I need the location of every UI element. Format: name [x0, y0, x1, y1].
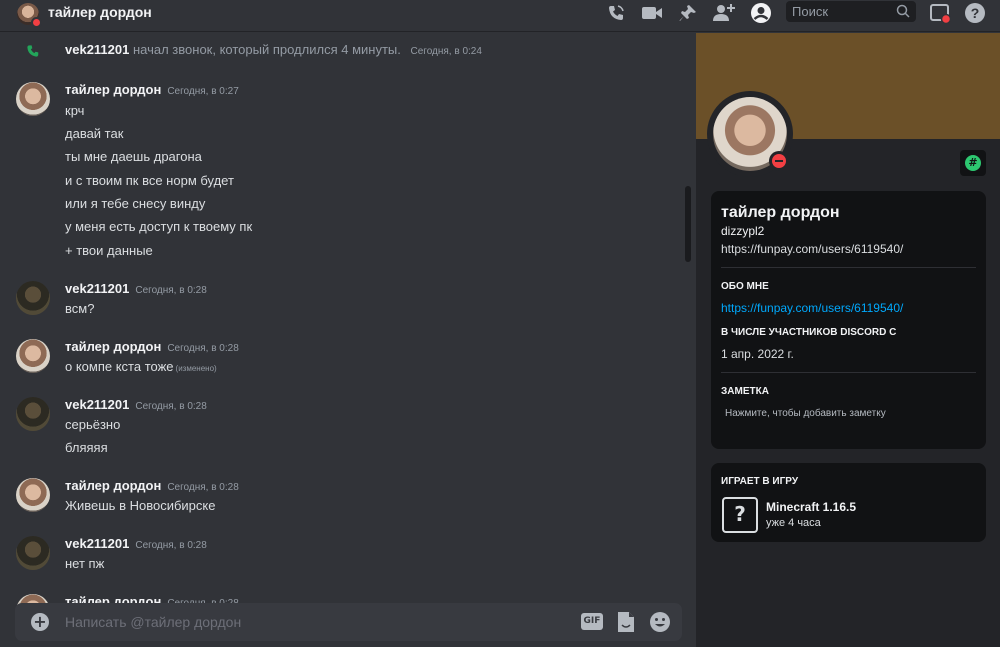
message-author[interactable]: тайлер дордонСегодня, в 0:28 [65, 339, 239, 354]
video-call-icon[interactable] [641, 2, 663, 24]
scrollbar-thumb[interactable] [685, 186, 691, 262]
message-list[interactable]: vek211201 начал звонок, который продлилс… [0, 33, 696, 647]
search-placeholder: Поиск [792, 4, 829, 19]
header-avatar[interactable] [17, 3, 42, 28]
user-profile-toggle-icon[interactable] [750, 2, 772, 24]
call-timestamp: Сегодня, в 0:24 [410, 46, 482, 57]
header-bar: тайлер дордон Поиск ? [0, 0, 1000, 32]
message-composer[interactable]: + Написать @тайлер дордон GIF [15, 603, 682, 641]
message-author[interactable]: vek211201 Сегодня, в 0:28 [65, 536, 207, 551]
pin-icon[interactable] [677, 2, 699, 24]
avatar[interactable] [16, 82, 50, 116]
note-input[interactable]: Нажмите, чтобы добавить заметку [725, 408, 886, 419]
message-line: ты мне даешь драгона [65, 149, 202, 164]
message-line: нет пж [65, 556, 105, 571]
avatar[interactable] [16, 536, 50, 570]
message-timestamp: Сегодня, в 0:28 [135, 540, 207, 551]
message-timestamp: Сегодня, в 0:28 [167, 482, 239, 493]
message-line: или я тебе снесу винду [65, 196, 206, 211]
message-timestamp: Сегодня, в 0:27 [167, 86, 239, 97]
emoji-icon[interactable] [649, 611, 671, 637]
header-title[interactable]: тайлер дордон [48, 4, 152, 20]
message-line: Живешь в Новосибирске [65, 498, 216, 513]
message-timestamp: Сегодня, в 0:28 [135, 401, 207, 412]
profile-badge[interactable]: # [960, 150, 986, 176]
profile-pronouns: https://funpay.com/users/6119540/ [721, 242, 904, 256]
discord-dm-window: тайлер дордон Поиск ? vek211201 начал зв… [0, 0, 1000, 647]
game-name: Minecraft 1.16.5 [766, 500, 857, 514]
avatar[interactable] [16, 281, 50, 315]
message-timestamp: Сегодня, в 0:28 [135, 285, 207, 296]
message-author[interactable]: vek211201 Сегодня, в 0:28 [65, 397, 207, 412]
message-line: и с твоим пк все норм будет [65, 173, 234, 188]
add-friends-to-dm-icon[interactable] [713, 2, 735, 24]
avatar[interactable] [16, 478, 50, 512]
search-icon [896, 4, 910, 21]
message-input[interactable]: Написать @тайлер дордон [65, 614, 241, 630]
hashtag-badge-icon: # [965, 155, 981, 171]
search-input[interactable]: Поиск [786, 1, 916, 22]
message-author[interactable]: тайлер дордон Сегодня, в 0:27 [65, 82, 239, 97]
call-text: начал звонок, который продлился 4 минуты… [132, 42, 401, 57]
help-icon[interactable]: ? [964, 2, 986, 24]
message-line: бляяяя [65, 440, 108, 455]
avatar[interactable] [16, 339, 50, 373]
message-line: о компе кста тоже (изменено) [65, 359, 217, 374]
message-line: всм? [65, 301, 95, 316]
profile-info-card: тайлер дордон dizzypl2 https://funpay.co… [711, 191, 986, 449]
activity-card: ИГРАЕТ В ИГРУ ? Minecraft 1.16.5 уже 4 ч… [711, 463, 986, 542]
message-line: у меня есть доступ к твоему пк [65, 219, 253, 234]
message-author[interactable]: тайлер дордонСегодня, в 0:28 [65, 478, 239, 493]
user-profile-panel: # тайлер дордон dizzypl2 https://funpay.… [696, 33, 1000, 647]
phone-call-icon [26, 43, 40, 62]
member-since-header: В ЧИСЛЕ УЧАСТНИКОВ DISCORD С [721, 327, 897, 338]
divider [721, 267, 976, 268]
unknown-game-icon: ? [722, 497, 758, 533]
avatar[interactable] [16, 397, 50, 431]
profile-username: dizzypl2 [721, 224, 765, 238]
message-line: крч [65, 103, 85, 118]
svg-text:?: ? [971, 5, 980, 21]
dnd-status-icon [31, 17, 42, 28]
call-user[interactable]: vek211201 [65, 42, 129, 57]
member-since-date: 1 апр. 2022 г. [721, 347, 794, 361]
message-timestamp: Сегодня, в 0:28 [167, 343, 239, 354]
add-attachment-button[interactable]: + [31, 613, 49, 631]
voice-call-icon[interactable] [605, 2, 627, 24]
gif-button[interactable]: GIF [581, 613, 603, 630]
edited-label: (изменено) [175, 364, 217, 373]
dnd-status-icon [769, 151, 789, 171]
playing-header: ИГРАЕТ В ИГРУ [721, 476, 799, 487]
divider [721, 372, 976, 373]
sticker-icon[interactable] [616, 611, 636, 637]
about-me-header: ОБО МНЕ [721, 281, 769, 292]
message-line: давай так [65, 126, 124, 141]
note-header: ЗАМЕТКА [721, 386, 769, 397]
message-line: серьёзно [65, 417, 121, 432]
about-me-link[interactable]: https://funpay.com/users/6119540/ [721, 301, 903, 315]
profile-avatar[interactable] [707, 91, 793, 177]
game-elapsed-time: уже 4 часа [766, 517, 821, 529]
inbox-icon[interactable] [929, 2, 951, 24]
message-line: + твои данные [65, 243, 153, 258]
profile-display-name: тайлер дордон [721, 204, 840, 221]
message-author[interactable]: vek211201 Сегодня, в 0:28 [65, 281, 207, 296]
